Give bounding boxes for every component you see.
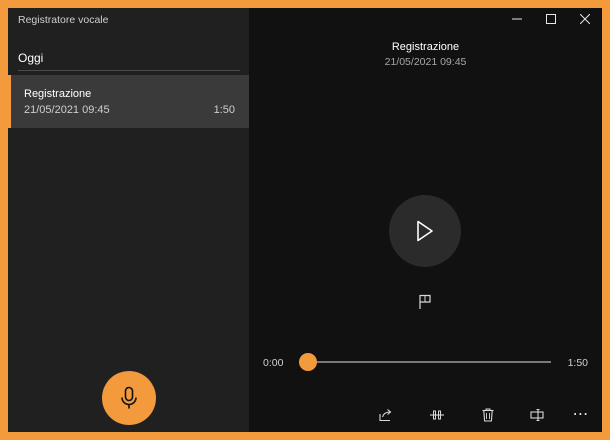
maximize-icon [546, 14, 556, 24]
current-recording-title: Registrazione [391, 41, 460, 53]
selection-indicator [8, 75, 11, 128]
trim-button[interactable] [425, 405, 449, 425]
close-button[interactable] [568, 10, 602, 28]
recording-date: 21/05/2021 09:45 [24, 104, 110, 116]
recording-list-item[interactable]: Registrazione 21/05/2021 09:45 1:50 [8, 75, 249, 128]
more-options-button[interactable]: ⋯ [569, 405, 593, 425]
add-marker-button[interactable] [416, 293, 434, 311]
group-divider [18, 70, 240, 71]
minimize-button[interactable] [500, 10, 534, 28]
close-icon [580, 14, 590, 24]
play-button[interactable] [389, 195, 461, 267]
maximize-button[interactable] [534, 10, 568, 28]
group-header-today: Oggi [18, 51, 44, 65]
total-time: 1:50 [567, 357, 588, 369]
player-pane: Registrazione 21/05/2021 09:45 0:00 1:50 [249, 8, 602, 432]
share-icon [379, 409, 392, 422]
seek-thumb[interactable] [299, 353, 317, 371]
delete-button[interactable] [476, 405, 500, 425]
current-time: 0:00 [263, 357, 284, 369]
current-recording-date: 21/05/2021 09:45 [384, 56, 467, 68]
recording-duration: 1:50 [213, 104, 235, 116]
rename-button[interactable] [526, 405, 550, 425]
more-icon: ⋯ [572, 406, 590, 423]
record-button[interactable] [102, 371, 156, 425]
voice-recorder-window: Registratore vocale Oggi Registrazione 2… [8, 8, 602, 432]
trim-icon [430, 410, 444, 420]
play-icon [417, 220, 433, 242]
seek-bar[interactable] [299, 353, 551, 371]
share-button[interactable] [373, 405, 397, 425]
recordings-pane: Registratore vocale Oggi Registrazione 2… [8, 8, 249, 432]
flag-icon [419, 294, 431, 309]
minimize-icon [512, 18, 522, 20]
trash-icon [482, 408, 494, 422]
app-title: Registratore vocale [18, 14, 109, 26]
rename-icon [530, 409, 544, 421]
recording-name: Registrazione [24, 88, 92, 100]
microphone-icon [121, 386, 137, 409]
